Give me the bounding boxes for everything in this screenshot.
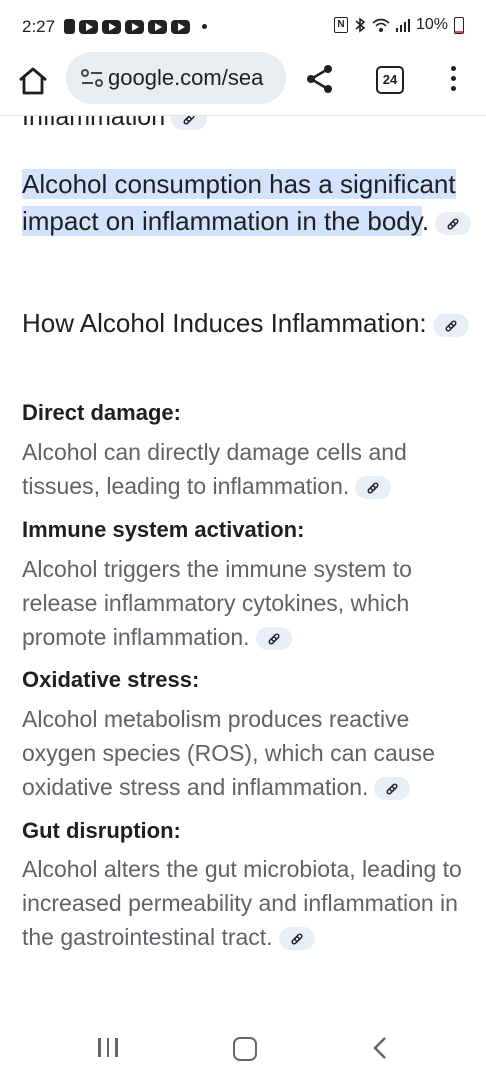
browser-toolbar: google.com/sea 24 (0, 52, 486, 114)
item-title: Oxidative stress: (22, 667, 200, 692)
youtube-notification-icon (125, 19, 144, 34)
lead-paragraph: Alcohol consumption has a significant im… (22, 166, 472, 240)
bluetooth-icon (355, 17, 366, 33)
youtube-notification-icon (171, 19, 190, 34)
highlighted-text: Alcohol consumption has a significant im… (22, 169, 456, 236)
share-icon[interactable] (305, 64, 335, 94)
item-text: Alcohol triggers the immune system to re… (22, 552, 472, 654)
link-icon (445, 320, 457, 332)
nfc-icon: N (333, 17, 348, 33)
status-time: 2:27 (22, 17, 56, 36)
source-link-chip[interactable] (355, 476, 392, 500)
tab-switcher-button[interactable]: 24 (376, 66, 404, 94)
youtube-notification-icon (79, 19, 98, 34)
source-link-chip[interactable] (435, 211, 472, 235)
link-icon (386, 783, 398, 795)
recents-icon[interactable] (98, 1038, 118, 1057)
partial-heading-text: Inflammation (22, 116, 166, 131)
source-link-chip[interactable] (171, 116, 208, 130)
item-title: Immune system activation: (22, 517, 305, 542)
item-title: Gut disruption: (22, 818, 181, 843)
youtube-notification-icon (148, 19, 167, 34)
item-text-content: Alcohol alters the gut microbiota, leadi… (22, 856, 462, 950)
wifi-icon (372, 18, 390, 32)
source-link-chip[interactable] (278, 927, 315, 951)
url-text: google.com/sea (108, 65, 264, 90)
notification-icons (64, 19, 207, 34)
section-heading-text: How Alcohol Induces Inflammation: (22, 308, 427, 338)
item-title: Direct damage: (22, 400, 181, 425)
link-icon (367, 482, 379, 494)
site-settings-icon[interactable] (80, 67, 104, 89)
item-text: Alcohol metabolism produces reactive oxy… (22, 702, 472, 804)
item-text: Alcohol can directly damage cells and ti… (22, 435, 472, 503)
home-icon[interactable] (16, 64, 50, 98)
status-right: N 10% (333, 16, 464, 34)
source-link-chip[interactable] (432, 313, 469, 337)
section-heading: How Alcohol Induces Inflammation: (22, 304, 472, 343)
youtube-notification-icon (102, 19, 121, 34)
battery-icon (454, 16, 464, 34)
partial-heading: Inflammation (22, 116, 208, 132)
item-text-content: Alcohol can directly damage cells and ti… (22, 439, 407, 499)
link-icon (291, 933, 303, 945)
item-text-content: Alcohol triggers the immune system to re… (22, 556, 412, 650)
address-bar[interactable]: google.com/sea (66, 52, 286, 104)
source-link-chip[interactable] (374, 777, 411, 801)
source-link-chip[interactable] (255, 627, 292, 651)
link-icon (183, 116, 195, 125)
more-notifications-icon (202, 24, 207, 29)
more-options-icon[interactable] (449, 66, 457, 94)
item-text: Alcohol alters the gut microbiota, leadi… (22, 852, 472, 954)
back-icon[interactable] (372, 1036, 388, 1060)
page-content: Inflammation Alcohol consumption has a s… (0, 116, 486, 1016)
lead-period: . (421, 206, 430, 236)
battery-percent: 10% (415, 16, 448, 33)
home-nav-icon[interactable] (233, 1037, 257, 1061)
lock-notification-icon (64, 19, 75, 34)
item-text-content: Alcohol metabolism produces reactive oxy… (22, 706, 435, 800)
system-nav-bar (0, 1016, 486, 1080)
link-icon (447, 218, 459, 230)
status-bar: 2:27 N 10% (0, 0, 486, 52)
signal-icon (395, 19, 410, 32)
link-icon (268, 633, 280, 645)
